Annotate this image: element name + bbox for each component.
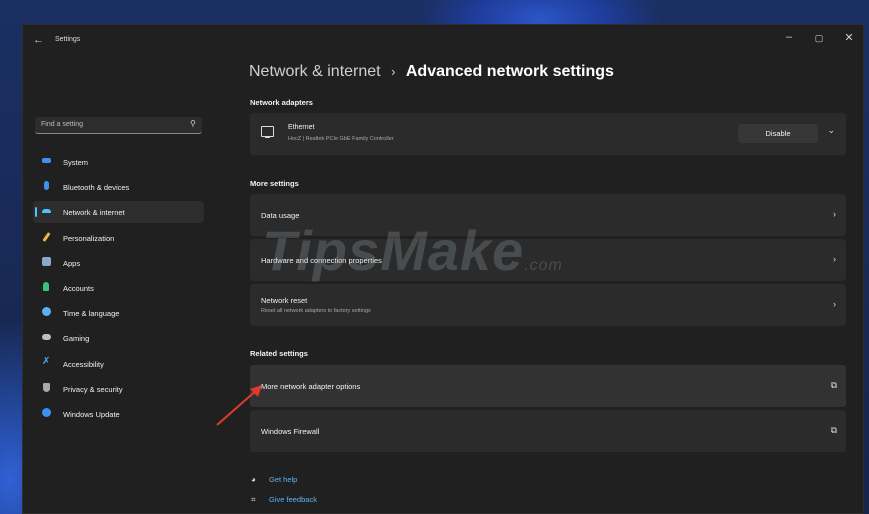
ethernet-adapter-card[interactable]: Ethernet HocZ | Realtek PCIe GbE Family … xyxy=(250,113,846,155)
sidebar-nav: System Bluetooth & devices Network & int… xyxy=(33,151,204,428)
sidebar-item-label: Apps xyxy=(63,258,81,268)
more-settings-heading: More settings xyxy=(250,179,299,188)
sidebar-item-time-language[interactable]: Time & language xyxy=(33,302,204,324)
chevron-right-icon: › xyxy=(833,254,836,264)
sidebar-item-label: Privacy & security xyxy=(63,384,123,394)
wifi-icon xyxy=(42,209,51,214)
watermark-text: TipsMake xyxy=(262,219,525,282)
sidebar-item-bluetooth[interactable]: Bluetooth & devices xyxy=(33,176,204,198)
title-bar: ← Settings – ▢ ✕ xyxy=(23,25,863,57)
external-link-icon: ⧉ xyxy=(830,380,837,390)
network-reset-row[interactable]: Network reset Reset all network adapters… xyxy=(250,284,846,326)
disable-button[interactable]: Disable xyxy=(738,124,818,143)
watermark-suffix: .com xyxy=(524,257,563,274)
sidebar-item-gaming[interactable]: Gaming xyxy=(33,327,204,349)
sidebar-item-network[interactable]: Network & internet xyxy=(33,201,204,224)
row-title: Network reset xyxy=(261,296,308,305)
apps-icon xyxy=(42,256,51,266)
controller-icon xyxy=(42,334,51,341)
minimize-button[interactable]: – xyxy=(781,31,797,43)
red-arrow-annotation xyxy=(216,385,262,426)
person-icon xyxy=(43,281,49,291)
sidebar-item-apps[interactable]: Apps xyxy=(33,252,204,274)
shield-icon xyxy=(43,382,50,392)
sidebar-item-accounts[interactable]: Accounts xyxy=(33,277,204,299)
close-button[interactable]: ✕ xyxy=(841,31,857,44)
adapter-detail: HocZ | Realtek PCIe GbE Family Controlle… xyxy=(288,136,394,142)
sidebar-item-system[interactable]: System xyxy=(33,151,204,173)
breadcrumb-parent[interactable]: Network & internet xyxy=(249,63,381,80)
windows-firewall-row[interactable]: Windows Firewall ⧉ xyxy=(250,410,846,452)
get-help-link[interactable]: ◕ Get help xyxy=(251,475,297,484)
chevron-right-icon: › xyxy=(833,209,836,219)
sidebar-item-label: Personalization xyxy=(63,233,115,243)
give-feedback-link[interactable]: ⌗ Give feedback xyxy=(251,495,317,505)
search-input[interactable]: Find a setting ⚲ xyxy=(35,117,202,134)
row-title: Windows Firewall xyxy=(261,427,320,436)
more-network-adapter-options-row[interactable]: More network adapter options ⧉ xyxy=(250,365,846,407)
sidebar-item-label: Accounts xyxy=(63,283,94,293)
get-help-label: Get help xyxy=(269,475,298,484)
sidebar-item-windows-update[interactable]: Windows Update xyxy=(33,403,204,425)
row-title: More network adapter options xyxy=(261,382,361,391)
watermark-logo: TipsMake.com xyxy=(262,218,563,283)
page-title: Advanced network settings xyxy=(405,63,614,80)
sidebar-item-label: Accessibility xyxy=(63,359,104,369)
sidebar-item-label: Gaming xyxy=(63,334,90,344)
sidebar-item-label: Network & internet xyxy=(63,208,125,218)
bluetooth-icon xyxy=(44,181,49,191)
external-link-icon: ⧉ xyxy=(830,425,837,435)
chevron-down-icon[interactable]: ⌄ xyxy=(827,125,835,136)
related-settings-heading: Related settings xyxy=(250,349,308,358)
update-icon xyxy=(42,407,51,417)
search-icon: ⚲ xyxy=(190,119,196,128)
accessibility-icon: ✗ xyxy=(42,355,51,367)
app-title: Settings xyxy=(55,36,81,43)
breadcrumb: Network & internet › Advanced network se… xyxy=(249,63,614,81)
breadcrumb-separator: › xyxy=(391,64,396,79)
globe-icon xyxy=(42,307,51,317)
row-subtitle: Reset all network adapters to factory se… xyxy=(261,308,371,314)
brush-icon xyxy=(42,231,51,242)
search-placeholder: Find a setting xyxy=(41,121,84,128)
ethernet-icon xyxy=(261,126,274,138)
give-feedback-label: Give feedback xyxy=(269,495,317,504)
network-adapters-heading: Network adapters xyxy=(250,98,313,107)
sidebar-item-personalization[interactable]: Personalization xyxy=(33,227,204,249)
display-icon xyxy=(42,158,51,163)
help-chat-icon: ◕ xyxy=(251,475,256,484)
sidebar-item-label: Time & language xyxy=(63,309,120,319)
adapter-name: Ethernet xyxy=(288,124,315,131)
chevron-right-icon: › xyxy=(833,299,836,309)
sidebar-item-label: System xyxy=(63,158,89,167)
sidebar-item-accessibility[interactable]: ✗ Accessibility xyxy=(33,353,204,375)
sidebar-item-label: Bluetooth & devices xyxy=(63,183,130,193)
active-indicator xyxy=(35,207,37,218)
sidebar-item-privacy[interactable]: Privacy & security xyxy=(33,378,204,400)
sidebar-item-label: Windows Update xyxy=(63,409,120,419)
back-button[interactable]: ← xyxy=(33,34,44,46)
maximize-button[interactable]: ▢ xyxy=(811,33,827,44)
feedback-icon: ⌗ xyxy=(251,495,256,504)
